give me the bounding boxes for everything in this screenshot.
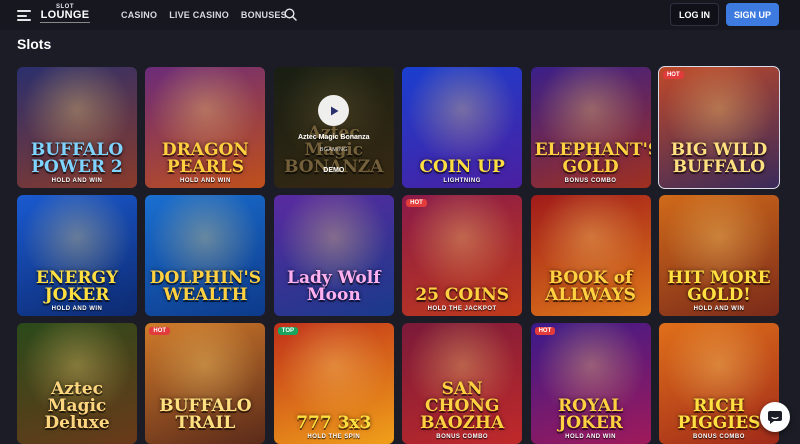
game-tile[interactable]: Aztec Magic Deluxe	[17, 323, 137, 444]
game-title: ENERGY JOKER	[35, 268, 119, 305]
game-tile[interactable]: ENERGY JOKER HOLD AND WIN	[17, 195, 137, 316]
games-grid: BUFFALO POWER 2 HOLD AND WIN DRAGON PEARLS…	[17, 66, 780, 444]
game-subtitle: BONUS COMBO	[693, 434, 745, 440]
game-tile[interactable]: COIN UP LIGHTNING	[402, 67, 523, 188]
hot-badge: HOT	[534, 327, 556, 335]
game-tile[interactable]: 25 COINS HOLD THE JACKPOT HOT	[402, 195, 523, 316]
hamburger-menu-icon[interactable]	[17, 10, 31, 21]
demo-link[interactable]: DEMO	[323, 167, 344, 174]
game-tile[interactable]: DOLPHIN'S WEALTH	[145, 195, 266, 316]
game-subtitle: HOLD AND WIN	[51, 306, 103, 312]
game-subtitle: HOLD AND WIN	[693, 306, 745, 312]
game-subtitle: HOLD THE JACKPOT	[427, 306, 497, 312]
game-subtitle: BONUS COMBO	[436, 434, 489, 440]
game-tile[interactable]: BUFFALO TRAIL HOT	[145, 323, 266, 444]
game-tile[interactable]: ROYAL JOKER HOLD AND WIN HOT	[530, 323, 651, 444]
game-subtitle: HOLD THE SPIN	[307, 434, 361, 440]
nav-casino[interactable]: CASINO	[121, 10, 157, 20]
site-logo[interactable]: SLOT LOUNGE	[40, 4, 90, 25]
game-subtitle: HOLD AND WIN	[565, 434, 616, 440]
game-subtitle: LIGHTNING	[443, 178, 481, 184]
top-badge: TOP	[277, 327, 299, 335]
game-title: ELEPHANT'S GOLD	[534, 140, 651, 177]
game-tile[interactable]: DRAGON PEARLS HOLD AND WIN	[145, 67, 266, 188]
chat-icon	[768, 411, 782, 424]
play-icon	[330, 106, 339, 115]
game-tile[interactable]: BIG WILD BUFFALO HOT	[657, 66, 780, 189]
search-icon[interactable]	[284, 8, 297, 21]
game-subtitle: HOLD AND WIN	[180, 178, 231, 184]
game-title: BOOK of ALLWAYS	[545, 268, 636, 305]
section-title: Slots	[17, 36, 52, 52]
game-title: BUFFALO TRAIL	[159, 396, 252, 433]
hover-game-provider: BGAMING	[319, 147, 348, 153]
nav-bonuses[interactable]: BONUSES	[241, 10, 287, 20]
game-title: BIG WILD BUFFALO	[670, 140, 768, 177]
game-tile[interactable]: RICH PIGGIES BONUS COMBO	[658, 323, 779, 444]
logo-main-text: LOUNGE	[40, 9, 90, 23]
hot-badge: HOT	[406, 199, 427, 207]
game-subtitle: HOLD AND WIN	[51, 178, 103, 184]
game-title: SAN CHONG BAOZHA	[420, 379, 505, 433]
game-title: DRAGON PEARLS	[161, 140, 249, 177]
game-title: Aztec Magic Deluxe	[44, 379, 110, 433]
game-tile[interactable]: Aztec Magic BONANZAAztec Magic BonanzaBG…	[273, 67, 394, 188]
hover-game-name: Aztec Magic Bonanza	[297, 134, 370, 141]
game-hover-overlay: Aztec Magic Bonanza BGAMING DEMO	[273, 67, 394, 188]
game-tile[interactable]: HIT MORE GOLD! HOLD AND WIN	[658, 195, 779, 316]
nav-live-casino[interactable]: LIVE CASINO	[169, 10, 229, 20]
chat-button[interactable]	[760, 402, 790, 432]
play-button[interactable]	[318, 95, 350, 126]
game-subtitle: BONUS COMBO	[564, 178, 617, 184]
hot-badge: HOT	[149, 327, 171, 335]
game-title: ROYAL JOKER	[557, 396, 624, 433]
game-tile[interactable]: ELEPHANT'S GOLD BONUS COMBO	[530, 67, 651, 188]
login-button[interactable]: LOG IN	[670, 3, 719, 26]
game-tile[interactable]: BOOK of ALLWAYS	[530, 195, 651, 316]
game-tile[interactable]: BUFFALO POWER 2 HOLD AND WIN	[17, 67, 137, 188]
top-navigation-bar: SLOT LOUNGE CASINO LIVE CASINO BONUSES L…	[0, 0, 800, 30]
game-title: COIN UP	[419, 157, 505, 177]
game-tile[interactable]: Lady Wolf Moon	[273, 195, 394, 316]
game-title: DOLPHIN'S WEALTH	[149, 268, 262, 305]
game-title: 25 COINS	[415, 285, 510, 305]
game-title: 777 3x3	[296, 413, 372, 433]
signup-button[interactable]: SIGN UP	[726, 3, 779, 26]
game-tile[interactable]: 777 3x3 HOLD THE SPIN TOP	[273, 323, 394, 444]
game-title: RICH PIGGIES	[677, 396, 761, 433]
game-title: HIT MORE GOLD!	[667, 268, 771, 305]
game-tile[interactable]: SAN CHONG BAOZHA BONUS COMBO	[402, 323, 523, 444]
main-nav: CASINO LIVE CASINO BONUSES	[121, 0, 287, 30]
game-title: Lady Wolf Moon	[287, 268, 381, 305]
hot-badge: HOT	[662, 71, 684, 79]
game-title: BUFFALO POWER 2	[30, 140, 124, 177]
